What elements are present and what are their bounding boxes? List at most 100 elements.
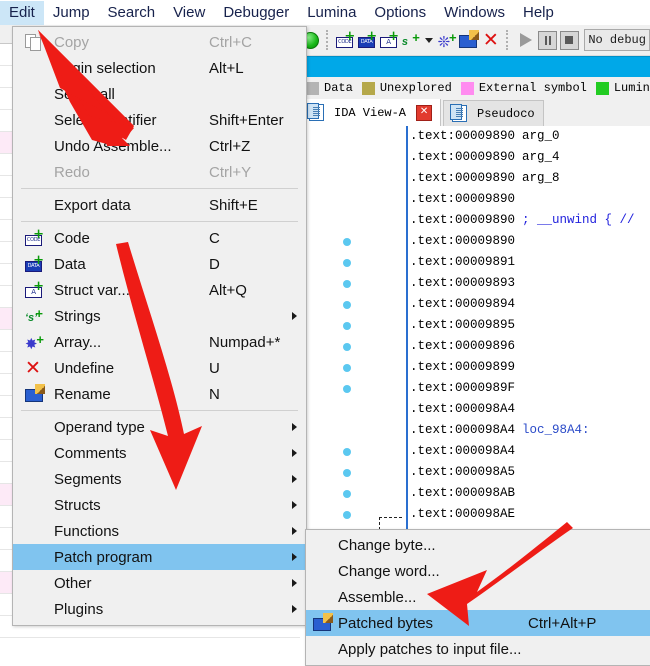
menu-item-select-all[interactable]: Select all	[13, 81, 306, 107]
navigation-band[interactable]	[300, 56, 650, 78]
menu-item-structs[interactable]: Structs	[13, 492, 306, 518]
disassembly-line[interactable]: .text:000098A4 loc_98A4:	[410, 420, 590, 441]
disassembly-line[interactable]: .text:00009893	[410, 273, 515, 294]
menu-item-operand-type[interactable]: Operand type	[13, 414, 306, 440]
line-text: arg_8	[522, 171, 560, 185]
breakpoint-slot-dot[interactable]	[343, 469, 351, 477]
menu-item-begin-selection[interactable]: Begin selection Alt+L	[13, 55, 306, 81]
breakpoint-slot-dot[interactable]	[343, 448, 351, 456]
disassembly-view[interactable]: .text:00009890 arg_0 .text:00009890 arg_4 .t…	[300, 126, 650, 566]
menubar-item-edit[interactable]: Edit	[0, 0, 44, 25]
breakpoint-slot-dot[interactable]	[343, 511, 351, 519]
menu-item-shortcut: Numpad+*	[209, 333, 281, 351]
data-plus-icon: DATA +	[358, 30, 377, 48]
menu-item-data[interactable]: DATA + Data D	[13, 251, 306, 277]
run-button[interactable]	[515, 28, 537, 52]
make-struct-var-button[interactable]: A +	[379, 28, 401, 52]
menu-item-patch-program[interactable]: Patch program	[13, 544, 306, 570]
breakpoint-slot-dot[interactable]	[343, 259, 351, 267]
disassembly-line[interactable]: .text:00009890 ; __unwind { //	[410, 210, 635, 231]
disassembly-line[interactable]: .text:00009890 arg_4	[410, 147, 560, 168]
disassembly-line[interactable]: .text:000098A5	[410, 462, 515, 483]
breakpoint-slot-dot[interactable]	[343, 301, 351, 309]
disassembly-line[interactable]: .text:00009896	[410, 336, 515, 357]
submenu-arrow-icon	[292, 449, 297, 457]
debugger-selector[interactable]: No debug	[584, 29, 650, 51]
disassembly-line[interactable]: .text:0000989F	[410, 378, 515, 399]
tab-pseudoco[interactable]: Pseudoco	[443, 100, 544, 126]
disassembly-line[interactable]: .text:000098AE	[410, 504, 515, 525]
make-array-button[interactable]: ❊ +	[436, 28, 458, 52]
breakpoint-slot-dot[interactable]	[343, 490, 351, 498]
disassembly-line[interactable]: .text:000098A4	[410, 399, 515, 420]
disassembly-line[interactable]: .text:00009890 arg_0	[410, 126, 560, 147]
line-address: .text:00009890	[410, 234, 516, 248]
patch-item-change-word[interactable]: Change word...	[306, 558, 650, 584]
make-code-button[interactable]: CODE +	[335, 28, 357, 52]
tab-ida-view-a[interactable]: IDA View-A ✕	[300, 99, 442, 126]
breakpoint-slot-dot[interactable]	[343, 385, 351, 393]
menu-item-code[interactable]: CODE + Code C	[13, 225, 306, 251]
close-icon[interactable]: ✕	[416, 104, 433, 121]
patch-item-change-byte[interactable]: Change byte...	[306, 532, 650, 558]
undefine-button[interactable]: ✕	[480, 28, 502, 52]
menu-item-undefine[interactable]: ✕ Undefine U	[13, 355, 306, 381]
rename-button[interactable]	[458, 28, 480, 52]
menu-item-redo[interactable]: Redo Ctrl+Y	[13, 159, 306, 185]
pause-button[interactable]	[537, 28, 559, 52]
menu-item-undo-assemble[interactable]: Undo Assemble... Ctrl+Z	[13, 133, 306, 159]
patch-item-assemble[interactable]: Assemble...	[306, 584, 650, 610]
make-string-button[interactable]: s +	[400, 28, 422, 52]
menubar-item-help[interactable]: Help	[514, 1, 563, 25]
menu-item-comments[interactable]: Comments	[13, 440, 306, 466]
disassembly-line[interactable]: .text:00009899	[410, 357, 515, 378]
disassembly-line[interactable]: .text:000098AB	[410, 483, 515, 504]
menu-item-strings[interactable]: ‘s’ + Strings	[13, 303, 306, 329]
disassembly-line[interactable]: .text:00009891	[410, 252, 515, 273]
menu-item-other[interactable]: Other	[13, 570, 306, 596]
menu-item-plugins[interactable]: Plugins	[13, 596, 306, 622]
disassembly-line[interactable]: .text:00009890 arg_8	[410, 168, 560, 189]
breakpoint-slot-dot[interactable]	[343, 238, 351, 246]
string-dropdown-button[interactable]	[422, 28, 436, 52]
menu-item-segments[interactable]: Segments	[13, 466, 306, 492]
menubar-item-windows[interactable]: Windows	[435, 1, 514, 25]
menu-item-array[interactable]: ✸ + Array... Numpad+*	[13, 329, 306, 355]
menu-item-copy[interactable]: Copy Ctrl+C	[13, 29, 306, 55]
menubar-item-jump[interactable]: Jump	[44, 1, 99, 25]
breakpoint-slot-dot[interactable]	[343, 343, 351, 351]
breakpoint-slot-dot[interactable]	[343, 364, 351, 372]
make-data-button[interactable]: DATA +	[357, 28, 379, 52]
menu-item-export-data[interactable]: Export data Shift+E	[13, 192, 306, 218]
patch-item-apply-patches-to-input-file[interactable]: Apply patches to input file...	[306, 636, 650, 662]
stop-button[interactable]	[558, 28, 580, 52]
disassembly-line[interactable]: .text:00009890	[410, 189, 515, 210]
no-icon	[25, 549, 45, 566]
menubar-item-options[interactable]: Options	[365, 1, 435, 25]
breakpoint-slot-dot[interactable]	[343, 322, 351, 330]
menu-item-struct-var[interactable]: A + Struct var... Alt+Q	[13, 277, 306, 303]
struct-plus-icon: A +	[379, 30, 399, 48]
menu-item-select-identifier[interactable]: Select identifier Shift+Enter	[13, 107, 306, 133]
menubar-item-debugger[interactable]: Debugger	[214, 1, 298, 25]
disassembly-line[interactable]: .text:00009894	[410, 294, 515, 315]
edit-dropdown-menu[interactable]: Copy Ctrl+C Begin selection Alt+L Select all…	[12, 26, 307, 626]
tab-label: Pseudoco	[477, 106, 535, 121]
menubar-item-view[interactable]: View	[164, 1, 214, 25]
menu-item-shortcut: Alt+L	[209, 59, 244, 77]
menu-item-rename[interactable]: Rename N	[13, 381, 306, 407]
patch-item-patched-bytes[interactable]: Patched bytes Ctrl+Alt+P	[306, 610, 650, 636]
patch-program-submenu[interactable]: Change byte... Change word... Assemble... P…	[305, 529, 650, 666]
menu-item-shortcut: D	[209, 255, 220, 273]
menubar-item-search[interactable]: Search	[99, 1, 165, 25]
disassembly-line[interactable]: .text:00009895	[410, 315, 515, 336]
disassembly-line[interactable]: .text:00009890	[410, 231, 515, 252]
no-icon	[25, 197, 45, 214]
menu-item-label: Begin selection	[54, 59, 156, 77]
breakpoint-slot-dot[interactable]	[343, 280, 351, 288]
menu-item-functions[interactable]: Functions	[13, 518, 306, 544]
disassembly-line[interactable]: .text:000098A4	[410, 441, 515, 462]
menubar-item-lumina[interactable]: Lumina	[298, 1, 365, 25]
menu-item-label: Plugins	[54, 600, 104, 618]
list-item[interactable]	[0, 638, 300, 656]
